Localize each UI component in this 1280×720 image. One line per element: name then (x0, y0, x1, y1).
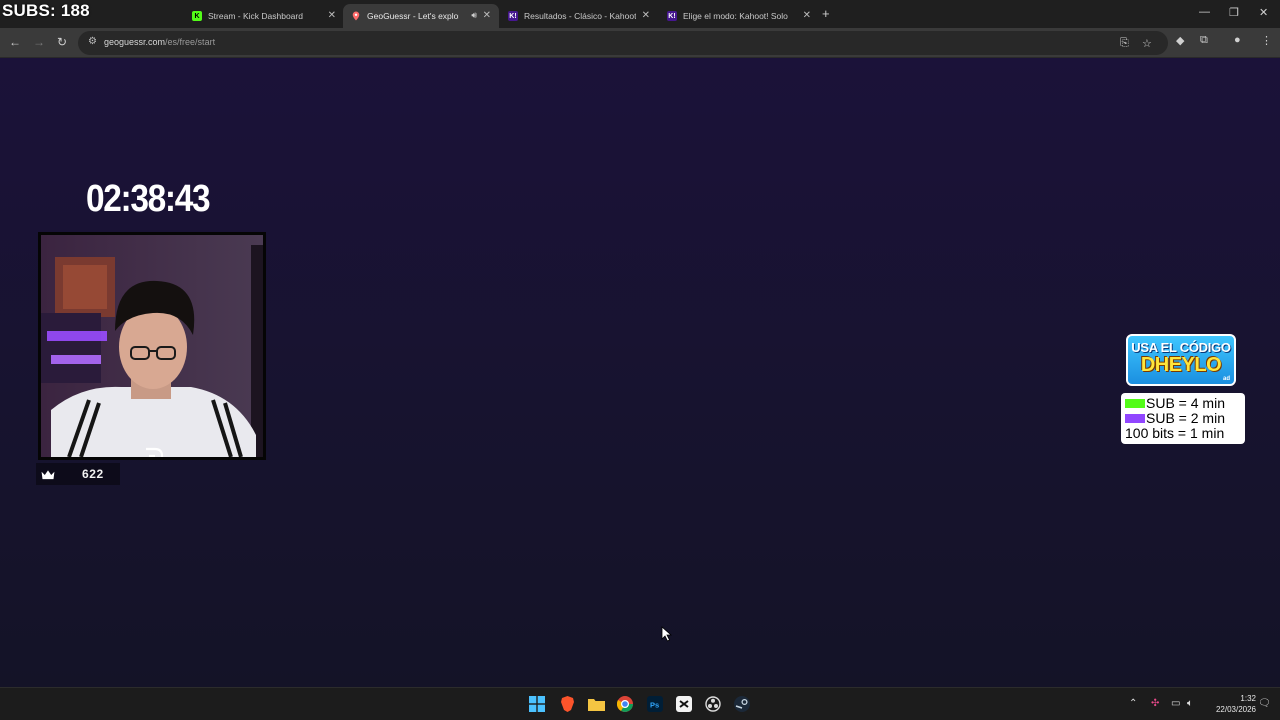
close-window-icon[interactable]: ✕ (1259, 6, 1268, 19)
rule-text: SUB = 2 min (1146, 410, 1225, 426)
extension-icon[interactable]: ◆ (1176, 34, 1184, 47)
new-tab-icon[interactable]: + (822, 6, 830, 21)
steam-icon[interactable] (733, 695, 751, 713)
clock-time: 1:32 (1240, 694, 1256, 703)
tray-app-icon[interactable]: ✣ (1151, 698, 1159, 709)
close-tab-icon[interactable]: ✕ (642, 10, 650, 21)
file-explorer-icon[interactable] (587, 695, 605, 713)
subathon-rules: SUB = 4 min SUB = 2 min 100 bits = 1 min (1121, 393, 1245, 444)
rule-kick-sub: SUB = 4 min (1125, 396, 1241, 411)
windows-taskbar: Ps ⌃ ✣ ▭ 🔈︎ 1:32 22/03/2026 🗨︎ (0, 687, 1280, 720)
volume-icon[interactable]: 🔈︎ (1187, 698, 1193, 709)
stream-timer: 02:38:43 (86, 178, 211, 220)
menu-kebab-icon[interactable]: ⋮ (1261, 34, 1272, 47)
tab-geoguessr[interactable]: GeoGuessr - Let's explore t 🔊︎ ✕ (343, 4, 499, 28)
profile-avatar[interactable]: ● (1234, 34, 1241, 46)
creator-code-banner: USA EL CÓDIGO DHEYLO ad (1126, 334, 1236, 386)
viewer-count-badge: 622 (36, 463, 120, 485)
tab-kahoot-solo[interactable]: K! Elige el modo: Kahoot! Solo ✕ (659, 4, 819, 28)
rule-bits: 100 bits = 1 min (1125, 426, 1241, 441)
chrome-icon[interactable] (616, 695, 634, 713)
address-bar[interactable]: ⚙︎ geoguessr.com/es/free/start ⎘ ☆ (78, 31, 1168, 55)
clock-date: 22/03/2026 (1215, 705, 1256, 714)
promo-code: DHEYLO (1140, 354, 1222, 376)
twitch-sub-icon (1125, 414, 1145, 423)
kick-icon: K (192, 11, 202, 21)
geoguessr-icon (351, 11, 361, 21)
brave-icon[interactable] (558, 695, 576, 713)
notification-icon[interactable]: 🗨︎ (1258, 698, 1271, 709)
speaker-icon[interactable]: 🔊︎ (471, 10, 477, 21)
viewer-count: 622 (82, 467, 104, 481)
url-host: geoguessr.com (104, 37, 166, 47)
minimize-icon[interactable]: — (1199, 6, 1210, 18)
extensions-puzzle-icon[interactable]: ⧉ (1200, 34, 1208, 47)
tab-kahoot-results[interactable]: K! Resultados - Clásico - Kahoot! ✕ (500, 4, 658, 28)
close-tab-icon[interactable]: ✕ (328, 10, 336, 21)
windows-start-icon[interactable] (528, 695, 546, 713)
close-tab-icon[interactable]: ✕ (803, 10, 811, 21)
webcam-image (41, 235, 263, 457)
browser-toolbar: ← → ↻ ⚙︎ geoguessr.com/es/free/start ⎘ ☆… (0, 28, 1280, 58)
tab-label: GeoGuessr - Let's explore t (367, 11, 459, 21)
kahoot-icon: K! (508, 11, 518, 21)
rule-twitch-sub: SUB = 2 min (1125, 411, 1241, 426)
screen: K Stream - Kick Dashboard ✕ GeoGuessr - … (0, 0, 1280, 720)
install-app-icon[interactable]: ⎘ (1120, 37, 1129, 50)
photoshop-icon[interactable]: Ps (646, 695, 664, 713)
mouse-cursor-icon (661, 626, 673, 642)
forward-icon[interactable]: → (33, 35, 45, 49)
promo-tag: ad (1222, 376, 1230, 382)
subs-counter: SUBS: 188 (2, 1, 90, 20)
url-text[interactable]: geoguessr.com/es/free/start (104, 37, 215, 47)
site-info-icon[interactable]: ⚙︎ (88, 36, 97, 47)
streamer-logo-icon (146, 447, 164, 457)
crown-icon (41, 469, 55, 479)
svg-text:Ps: Ps (650, 701, 659, 710)
tray-chevron-up-icon[interactable]: ⌃ (1129, 698, 1137, 709)
back-icon[interactable]: ← (9, 35, 21, 49)
rule-text: 100 bits = 1 min (1125, 425, 1225, 441)
kahoot-icon: K! (667, 11, 677, 21)
network-icon[interactable]: ▭ (1171, 698, 1180, 709)
obs-icon[interactable] (704, 695, 722, 713)
webcam-feed (38, 232, 266, 460)
tab-kick-dashboard[interactable]: K Stream - Kick Dashboard ✕ (184, 4, 344, 28)
tab-label: Stream - Kick Dashboard (208, 11, 303, 21)
kick-sub-icon (1125, 399, 1145, 408)
bookmark-star-icon[interactable]: ☆ (1142, 37, 1152, 50)
reload-icon[interactable]: ↻ (57, 35, 67, 49)
restore-icon[interactable]: ❐ (1229, 6, 1239, 19)
capcut-icon[interactable] (675, 695, 693, 713)
tab-label: Elige el modo: Kahoot! Solo (683, 11, 788, 21)
system-clock[interactable]: 1:32 22/03/2026 (1206, 693, 1256, 715)
promo-line1: USA EL CÓDIGO (1131, 340, 1231, 355)
tab-label: Resultados - Clásico - Kahoot! (524, 11, 636, 21)
browser-tab-strip: K Stream - Kick Dashboard ✕ GeoGuessr - … (0, 0, 1280, 28)
rule-text: SUB = 4 min (1146, 395, 1225, 411)
url-path: /es/free/start (165, 37, 216, 47)
close-tab-icon[interactable]: ✕ (483, 10, 491, 21)
